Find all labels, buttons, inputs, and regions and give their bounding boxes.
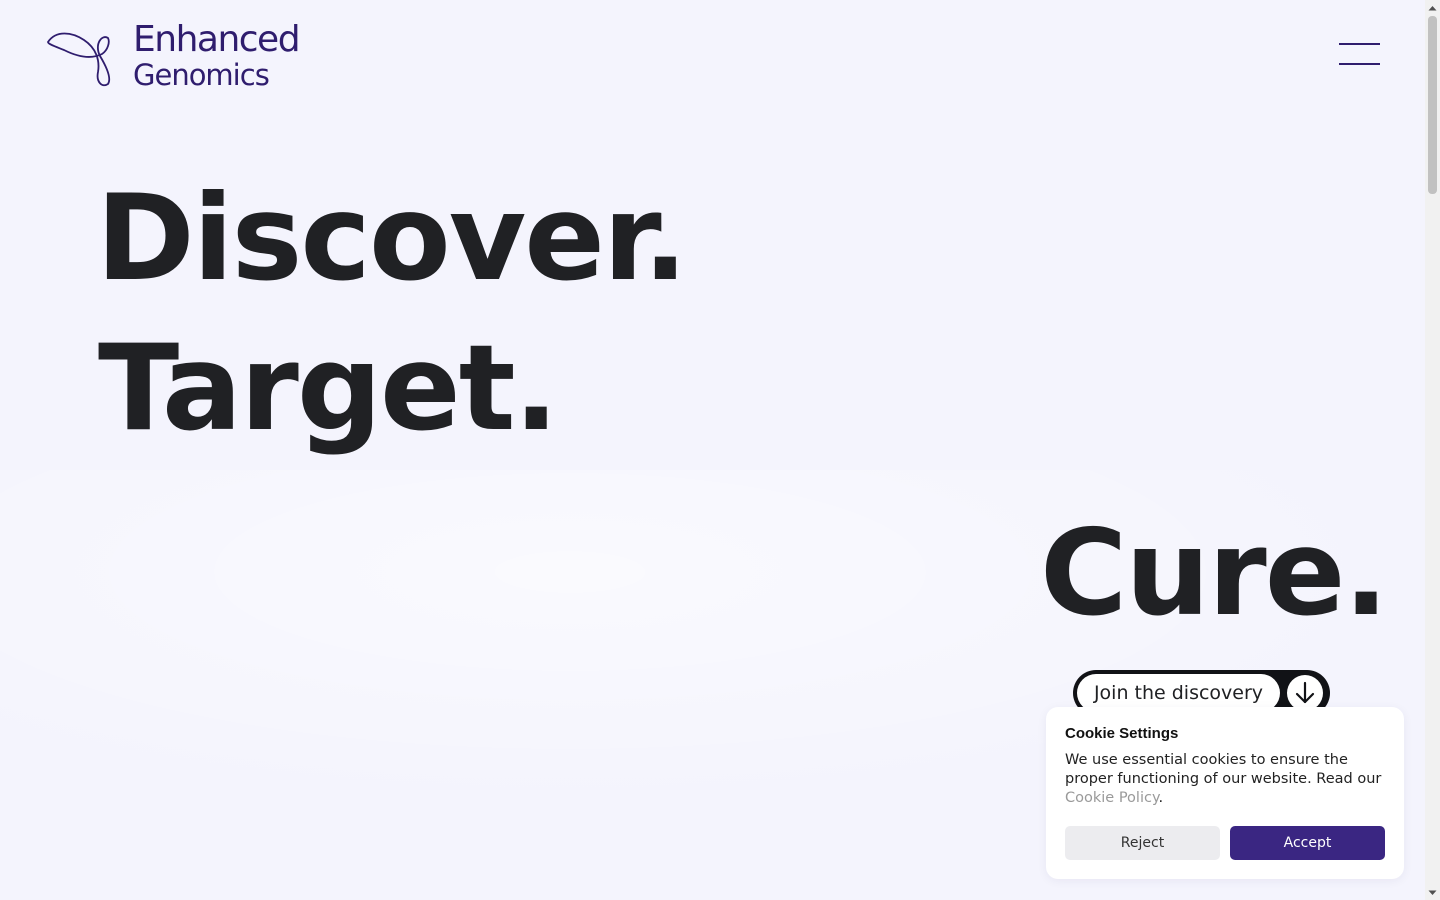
cookie-actions: Reject Accept [1065, 826, 1385, 860]
cookie-text-after: . [1158, 790, 1164, 806]
vertical-scrollbar[interactable] [1425, 0, 1440, 900]
cookie-text-before: We use essential cookies to ensure the p… [1065, 752, 1382, 787]
scrollbar-thumb[interactable] [1428, 16, 1437, 194]
scroll-up-icon[interactable] [1425, 0, 1440, 15]
arrow-down-icon [1287, 675, 1323, 711]
brand-name-line2: Genomics [133, 58, 270, 92]
page: Enhanced Genomics Discover. Target. Cure… [0, 0, 1425, 900]
cookie-description: We use essential cookies to ensure the p… [1065, 751, 1385, 808]
cookie-title: Cookie Settings [1065, 725, 1179, 742]
brand-name-line1: Enhanced [133, 19, 301, 60]
cookie-policy-link[interactable]: Cookie Policy [1065, 790, 1158, 806]
brand-logo[interactable]: Enhanced Genomics [46, 19, 301, 92]
hamburger-menu-icon[interactable] [1339, 42, 1381, 68]
scroll-down-icon[interactable] [1425, 885, 1440, 900]
brand-wordmark: Enhanced Genomics [133, 19, 301, 92]
cookie-settings-dialog: Cookie Settings We use essential cookies… [1046, 707, 1404, 879]
hero-word-cure: Cure. [1040, 505, 1389, 643]
accept-cookies-button[interactable]: Accept [1230, 826, 1385, 860]
hero-word-discover: Discover. [96, 170, 688, 308]
hero-word-target: Target. [98, 320, 559, 458]
reject-cookies-button[interactable]: Reject [1065, 826, 1220, 860]
genomics-loop-icon [47, 32, 111, 87]
menu-line-bottom [1339, 63, 1380, 65]
menu-line-top [1339, 43, 1380, 45]
